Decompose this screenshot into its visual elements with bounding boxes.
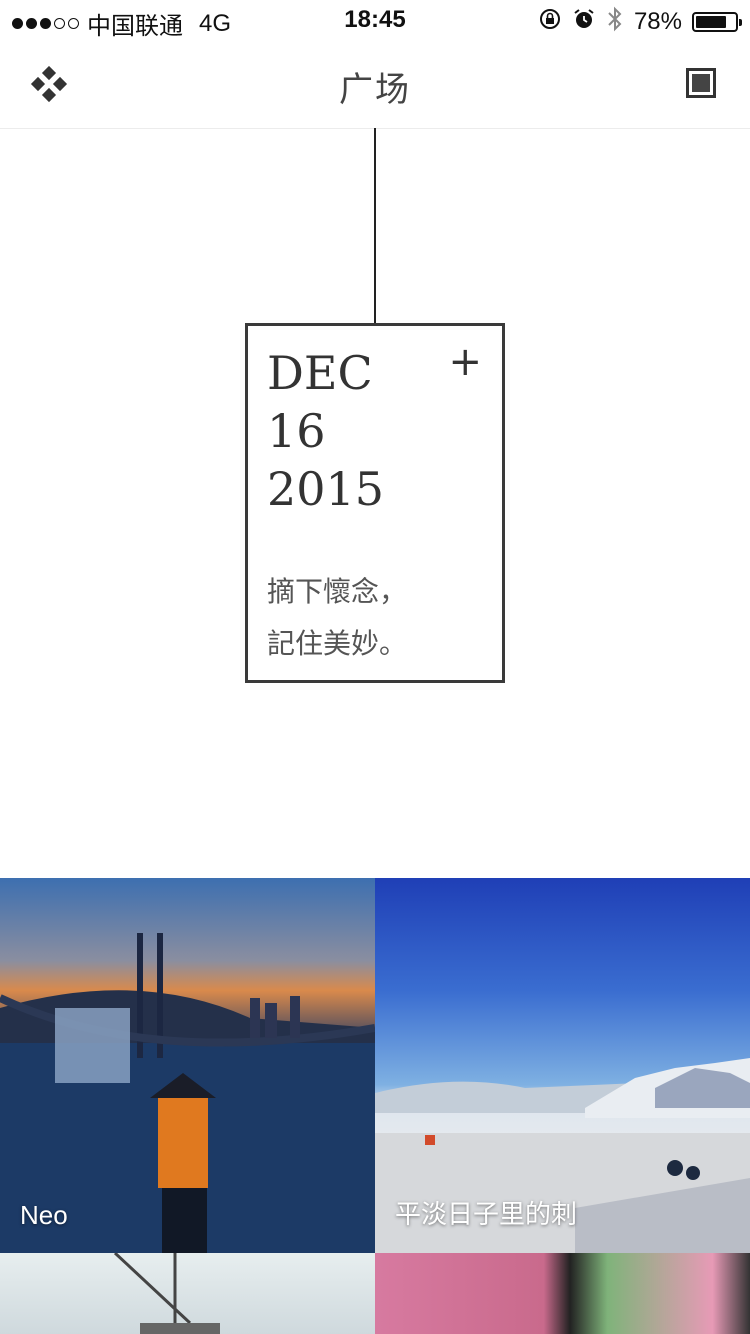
bluetooth-icon	[606, 6, 624, 38]
plus-icon[interactable]: +	[448, 342, 482, 382]
nav-bar: 广场	[0, 40, 750, 129]
status-bar: 中国联通 4G 18:45 78%	[0, 0, 750, 40]
tile-caption: 平淡日子里的刺	[395, 1199, 578, 1229]
photo-grid: Neo 平淡日子里的刺	[0, 878, 750, 1334]
photo-tile-blossom[interactable]	[375, 1253, 750, 1334]
quote-line-2: 記住美妙。	[267, 628, 408, 659]
status-right: 78%	[538, 6, 742, 38]
battery-percent: 78%	[633, 8, 682, 35]
card-day: 16	[267, 404, 326, 458]
photo-tile-neo[interactable]: Neo	[0, 878, 375, 1253]
tile-caption: Neo	[20, 1200, 68, 1230]
alarm-icon	[572, 7, 596, 37]
quote-line-1: 摘下懷念，	[267, 576, 408, 607]
card-month: DEC	[267, 346, 373, 400]
page-title: 广场	[339, 71, 411, 109]
battery-icon	[692, 12, 742, 32]
rotation-lock-icon	[538, 7, 562, 37]
date-card[interactable]: + DEC 16 2015 摘下懷念， 記住美妙。	[245, 323, 505, 683]
bridge-harbor-image	[0, 933, 375, 1253]
crane-image	[113, 1253, 220, 1334]
card-year: 2015	[267, 462, 385, 516]
square-icon[interactable]	[686, 68, 716, 98]
photo-tile-crane[interactable]	[0, 1253, 375, 1334]
timeline-line	[374, 128, 376, 324]
photo-tile-snow[interactable]: 平淡日子里的刺	[375, 878, 750, 1253]
card-date: DEC 16 2015	[267, 344, 384, 518]
card-quote: 摘下懷念， 記住美妙。	[267, 566, 407, 670]
